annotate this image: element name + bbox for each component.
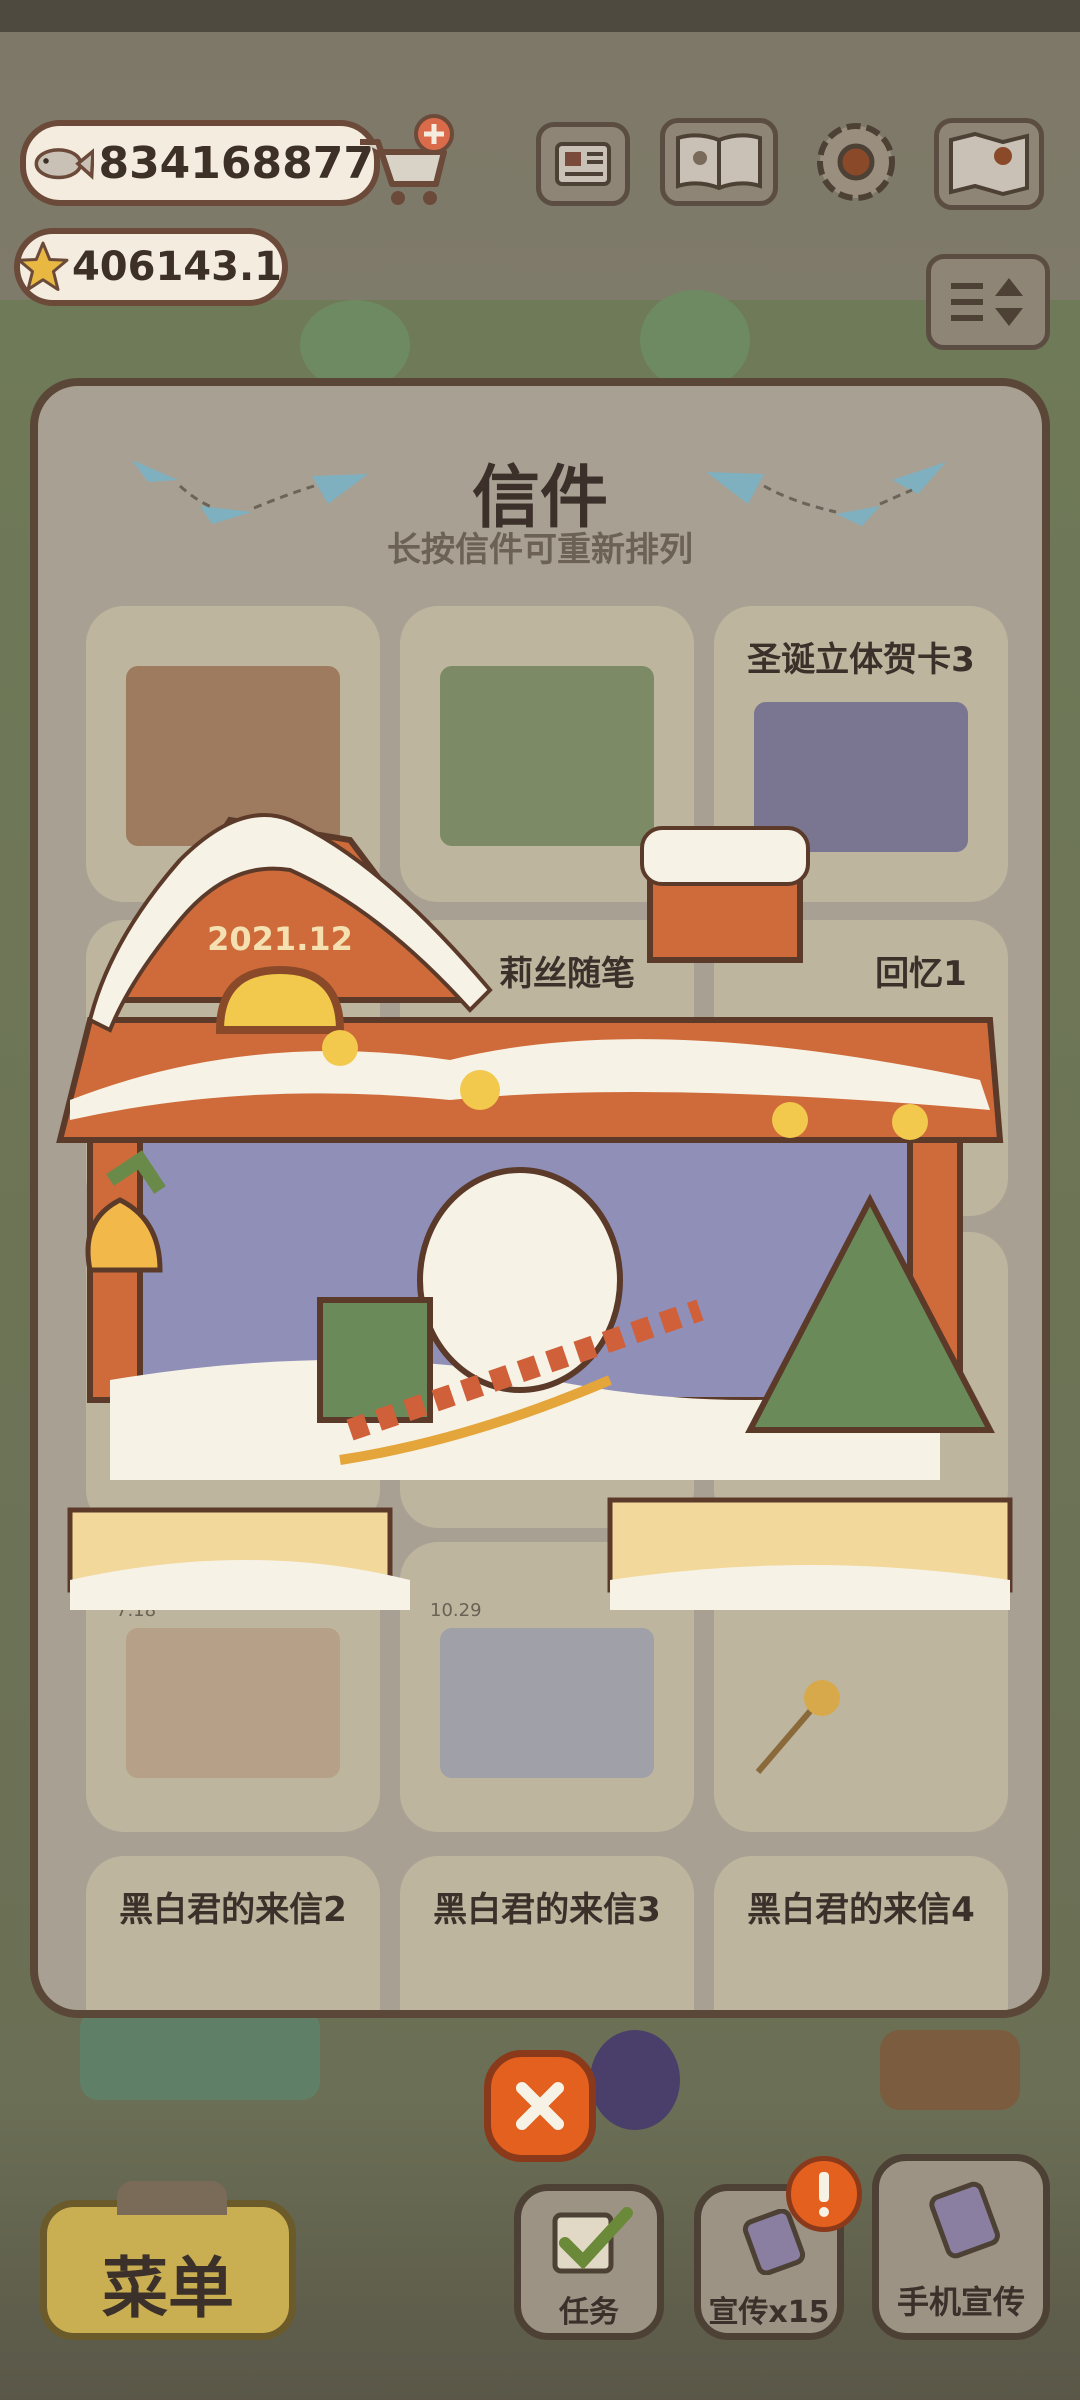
album-book-button[interactable]	[660, 118, 778, 206]
paper-plane-decoration-right	[706, 462, 946, 526]
alert-icon	[819, 2172, 829, 2217]
checkbox-icon	[552, 2207, 633, 2274]
letter-card-art	[126, 1628, 340, 1778]
book-icon	[676, 133, 762, 191]
status-bar	[0, 0, 1080, 32]
fish-currency-bar: 834168877	[20, 120, 380, 206]
sort-toggle-button[interactable]	[926, 254, 1050, 350]
letter-card[interactable]: 黑白君的来信3	[400, 1856, 694, 2010]
task-label: 任务	[559, 2295, 619, 2330]
newspaper-button[interactable]	[536, 122, 630, 206]
star-icon	[17, 241, 69, 291]
scenery-bush	[590, 2030, 680, 2130]
sort-icon	[951, 278, 1023, 326]
settings-button[interactable]	[806, 112, 906, 212]
promo-label: 宣传x15	[708, 2295, 830, 2330]
roof-date-label: 2021.12	[207, 920, 353, 958]
menu-button[interactable]: 菜单	[40, 2181, 296, 2340]
flower-sketch	[755, 1680, 840, 1774]
close-icon	[516, 2082, 564, 2130]
menu-label: 菜单	[102, 2250, 234, 2327]
scenery-plant	[640, 290, 750, 390]
modal-subtitle: 长按信件可重新排列	[387, 530, 693, 570]
scenery-watering-can	[880, 2030, 1020, 2110]
alert-badge	[786, 2156, 862, 2232]
newspaper-icon	[555, 142, 611, 186]
shop-cart-button[interactable]	[352, 112, 456, 212]
letter-card-title: 黑白君的来信2	[119, 1890, 347, 1930]
letter-card[interactable]: 黑白君的来信2	[86, 1856, 380, 2010]
phone-promo-button[interactable]: 手机宣传	[872, 2154, 1050, 2340]
fish-icon	[34, 147, 95, 180]
map-button[interactable]	[934, 118, 1044, 210]
fish-count: 834168877	[98, 137, 374, 189]
map-icon	[949, 132, 1029, 196]
star-currency-bar: 406143.1	[14, 228, 288, 306]
scenery-plant	[300, 300, 410, 390]
task-button[interactable]: 任务	[514, 2184, 664, 2340]
close-button[interactable]	[484, 2050, 596, 2162]
letter-card-art	[440, 1628, 654, 1778]
cart-icon	[360, 114, 454, 205]
star-count: 406143.1	[71, 244, 282, 290]
scenery-planter	[80, 2010, 320, 2100]
gear-icon	[817, 123, 895, 201]
clipboard-clip	[117, 2181, 227, 2215]
letter-card-title: 圣诞立体贺卡3	[747, 640, 975, 680]
letter-card-title: 黑白君的来信3	[433, 1890, 661, 1930]
letter-card-title: 黑白君的来信4	[747, 1890, 975, 1930]
phone-promo-label: 手机宣传	[896, 2283, 1025, 2321]
letter-card[interactable]: 黑白君的来信4	[714, 1856, 1008, 2010]
phone-icon	[929, 2181, 1000, 2259]
christmas-popup-card[interactable]: 2021.12	[50, 780, 1030, 1620]
